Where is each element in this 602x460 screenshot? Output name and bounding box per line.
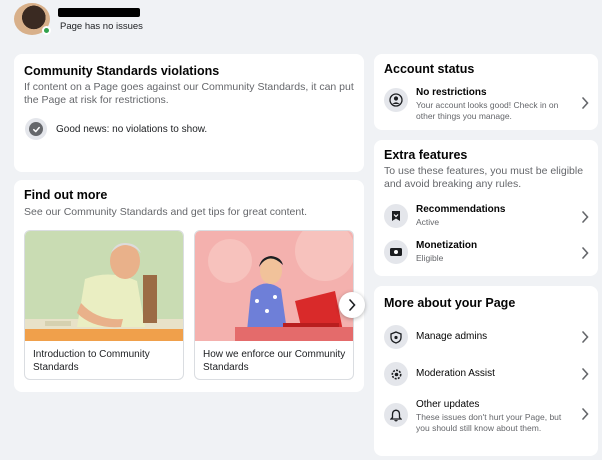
chevron-right-icon xyxy=(582,97,589,109)
monetization-item[interactable]: Monetization Eligible xyxy=(384,237,590,273)
moderation-assist-item[interactable]: Moderation Assist xyxy=(384,359,590,395)
no-violations-text: Good news: no violations to show. xyxy=(56,124,208,135)
extra-features-description: To use these features, you must be eligi… xyxy=(384,165,584,190)
elderly-man-illustration xyxy=(25,231,183,341)
chevron-right-icon xyxy=(582,331,589,343)
violations-card: Community Standards violations If conten… xyxy=(14,54,364,172)
no-restrictions-label: No restrictions xyxy=(416,87,487,98)
woman-laptop-illustration xyxy=(195,231,353,341)
find-out-more-description: See our Community Standards and get tips… xyxy=(24,206,308,218)
extra-features-card: Extra features To use these features, yo… xyxy=(374,140,598,276)
manage-admins-label: Manage admins xyxy=(416,331,488,342)
no-restrictions-description: Your account looks good! Check in on oth… xyxy=(416,100,559,121)
bell-icon xyxy=(384,403,408,427)
shield-icon xyxy=(384,325,408,349)
chevron-right-icon xyxy=(349,299,356,311)
online-status-dot xyxy=(42,26,51,35)
monetization-icon xyxy=(384,240,408,264)
more-about-page-card: More about your Page Manage admins Moder… xyxy=(374,286,598,456)
user-icon xyxy=(384,88,408,112)
other-updates-description: These issues don't hurt your Page, but y… xyxy=(416,412,562,433)
violations-title: Community Standards violations xyxy=(24,64,220,78)
chevron-right-icon xyxy=(582,247,589,259)
find-out-more-card: Find out more See our Community Standard… xyxy=(14,180,365,392)
recommendations-item[interactable]: Recommendations Active xyxy=(384,201,590,237)
how-we-enforce-card[interactable]: How we enforce our Community Standards xyxy=(194,230,354,380)
find-out-more-title: Find out more xyxy=(24,188,108,202)
page-header: Page has no issues xyxy=(0,0,602,42)
redacted-page-name xyxy=(58,8,140,17)
page-status-text: Page has no issues xyxy=(60,21,143,32)
moderation-assist-label: Moderation Assist xyxy=(416,368,495,379)
intro-card-label: Introduction to Community Standards xyxy=(33,349,150,373)
other-updates-label: Other updates xyxy=(416,399,480,410)
violations-description: If content on a Page goes against our Co… xyxy=(24,81,354,106)
enforce-card-label: How we enforce our Community Standards xyxy=(203,349,346,373)
chevron-right-icon xyxy=(582,408,589,420)
chevron-right-icon xyxy=(582,211,589,223)
recommendations-status: Active xyxy=(416,217,440,227)
account-status-title: Account status xyxy=(384,62,475,76)
carousel-next-button[interactable] xyxy=(339,292,365,318)
check-icon xyxy=(25,118,47,140)
account-status-card: Account status No restrictions Your acco… xyxy=(374,54,598,130)
monetization-label: Monetization xyxy=(416,240,478,251)
chevron-right-icon xyxy=(582,368,589,380)
manage-admins-item[interactable]: Manage admins xyxy=(384,322,590,358)
no-restrictions-item[interactable]: No restrictions Your account looks good!… xyxy=(384,85,590,121)
recommendations-icon xyxy=(384,204,408,228)
extra-features-title: Extra features xyxy=(384,148,468,162)
intro-community-standards-card[interactable]: Introduction to Community Standards xyxy=(24,230,184,380)
recommendations-label: Recommendations xyxy=(416,204,506,215)
gear-icon xyxy=(384,362,408,386)
monetization-status: Eligible xyxy=(416,253,444,263)
other-updates-item[interactable]: Other updates These issues don't hurt yo… xyxy=(384,396,590,442)
more-about-title: More about your Page xyxy=(384,296,516,310)
